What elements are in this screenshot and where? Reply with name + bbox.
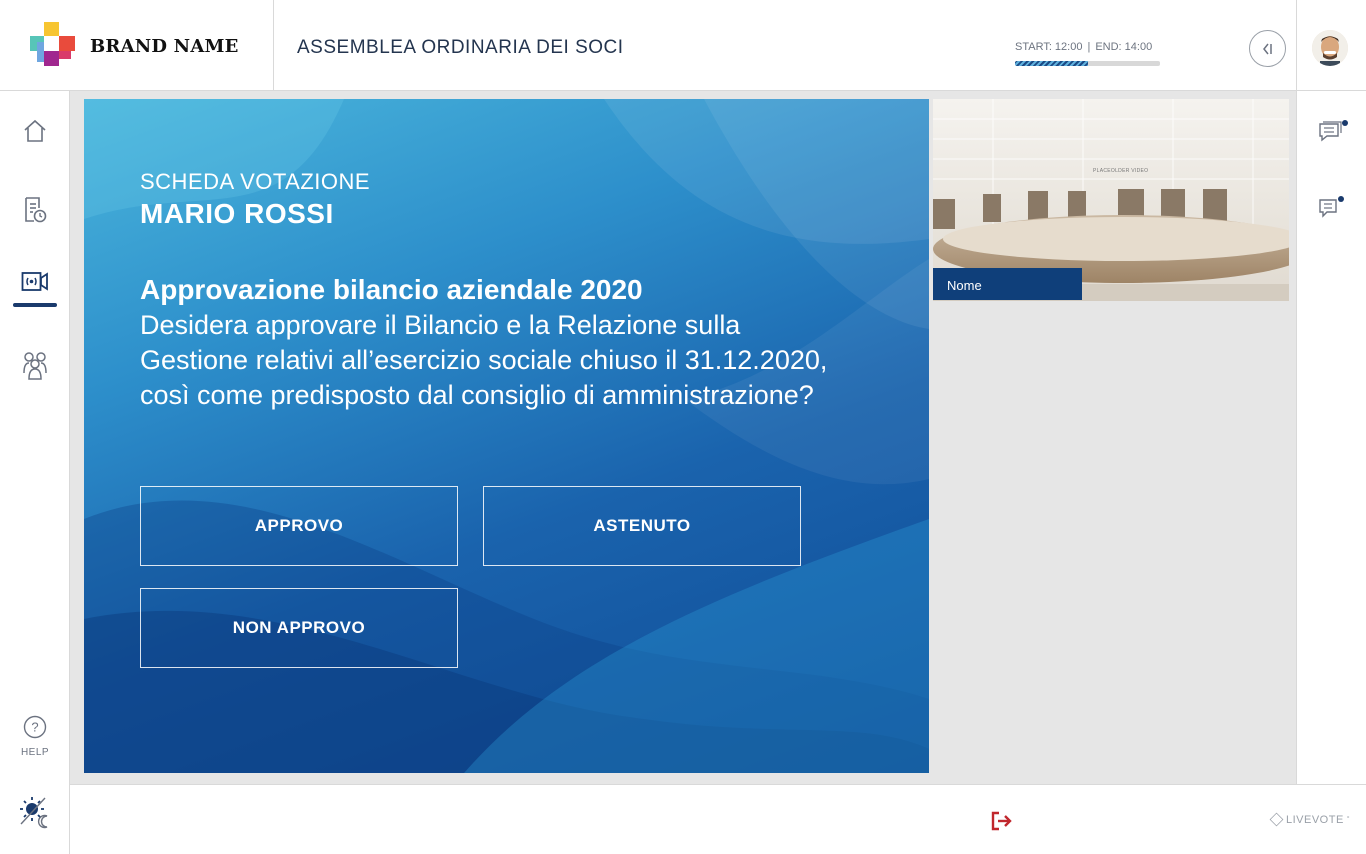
bottom-footer: LIVEVOTE ° [70, 784, 1366, 854]
chat-bubbles-icon [1319, 121, 1342, 142]
page-title: ASSEMBLEA ORDINARIA DEI SOCI [297, 37, 624, 58]
users-icon [23, 352, 47, 380]
livevote-logo-icon [1269, 812, 1284, 827]
question-text: Desidera approvare il Bilancio e la Rela… [140, 310, 828, 410]
voting-card: SCHEDA VOTAZIONE MARIO ROSSI Approvazion… [84, 99, 929, 773]
main-content: SCHEDA VOTAZIONE MARIO ROSSI Approvazion… [70, 91, 1296, 784]
messages-button[interactable] [1317, 195, 1345, 223]
logout-button[interactable] [990, 810, 1014, 832]
question-title: Approvazione bilancio aziendale 2020 [140, 274, 643, 305]
sidebar-item-home[interactable] [0, 106, 70, 156]
collapse-panel-button[interactable] [1249, 30, 1286, 67]
brand-logo-icon [30, 22, 75, 66]
abstain-button[interactable]: ASTENUTO [483, 486, 801, 566]
theme-toggle-button[interactable] [0, 787, 70, 837]
broadcast-video-icon [21, 272, 48, 291]
messages-notification-dot [1338, 196, 1344, 202]
top-header: BRAND NAME ASSEMBLEA ORDINARIA DEI SOCI … [0, 0, 1366, 91]
vendor-name: LIVEVOTE [1286, 813, 1344, 826]
session-time: START: 12:00 | END: 14:00 [1015, 41, 1152, 53]
help-label: HELP [20, 747, 50, 758]
svg-text:?: ? [31, 720, 38, 735]
video-placeholder-label: PLACEOLDER VIDEO [1093, 168, 1149, 174]
document-clock-icon [25, 197, 47, 223]
vendor-mark: ° [1346, 816, 1351, 823]
avatar[interactable] [1312, 30, 1348, 66]
chat-notification-dot [1342, 120, 1348, 126]
video-player[interactable]: PLACEOLDER VIDEO Nome [933, 99, 1289, 301]
session-progress-fill [1015, 61, 1088, 66]
right-sidebar [1296, 91, 1366, 784]
user-avatar-icon [1312, 30, 1348, 66]
help-button[interactable]: ? [0, 702, 70, 752]
day-night-toggle-icon [20, 797, 48, 829]
user-menu[interactable] [1296, 0, 1366, 90]
session-progress-bar [1015, 61, 1160, 66]
ballot-label: SCHEDA VOTAZIONE [140, 169, 371, 194]
end-time: END: 14:00 [1095, 41, 1153, 53]
home-icon [24, 119, 46, 142]
voter-name: MARIO ROSSI [140, 198, 334, 229]
vendor-logo: LIVEVOTE ° [1269, 812, 1351, 827]
start-time: START: 12:00 [1015, 41, 1083, 53]
chat-button[interactable] [1317, 118, 1348, 146]
help-icon: ? [23, 715, 47, 739]
logout-icon [991, 811, 1012, 831]
sidebar-item-live-voting[interactable] [0, 257, 70, 307]
chevron-left-bar-icon [1262, 43, 1272, 54]
speaker-name-label: Nome [933, 268, 1082, 300]
reject-button[interactable]: NON APPROVO [140, 588, 458, 668]
left-sidebar: ? HELP [0, 91, 70, 854]
sidebar-item-participants[interactable] [0, 341, 70, 391]
active-nav-indicator [13, 303, 57, 307]
time-separator: | [1087, 41, 1091, 53]
sidebar-item-agenda[interactable] [0, 185, 70, 235]
approve-button[interactable]: APPROVO [140, 486, 458, 566]
brand-name: BRAND NAME [90, 36, 239, 57]
brand-logo-area[interactable]: BRAND NAME [0, 0, 274, 90]
